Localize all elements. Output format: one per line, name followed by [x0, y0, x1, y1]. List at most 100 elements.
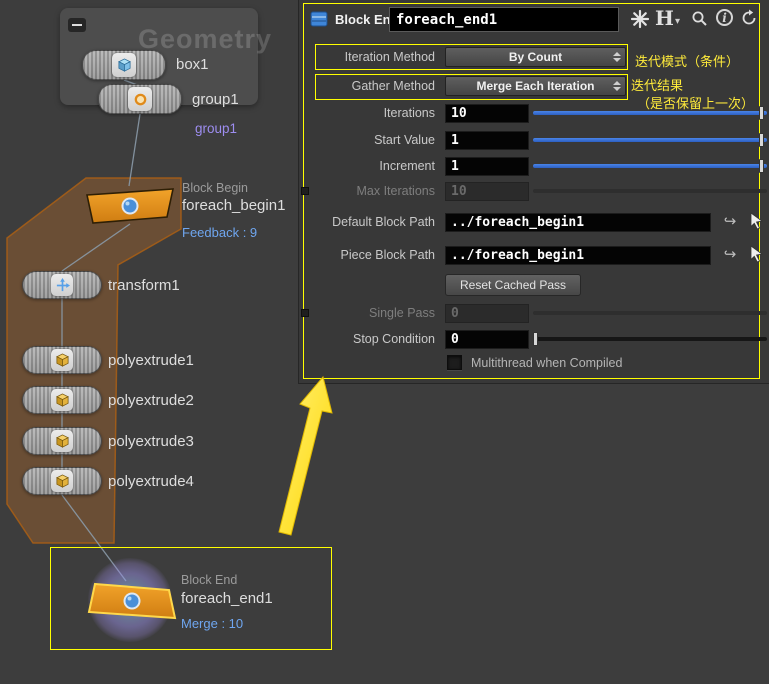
node-chooser-icon[interactable] [746, 212, 766, 232]
param-label-max-iterations: Max Iterations [356, 184, 435, 198]
start-value-slider[interactable] [533, 133, 767, 147]
node-transform1[interactable] [22, 271, 102, 299]
jump-to-node-icon[interactable]: ↪ [720, 212, 740, 232]
slider-handle[interactable] [759, 159, 764, 173]
param-label-iteration-method: Iteration Method [344, 50, 435, 64]
slider-handle[interactable] [533, 332, 538, 346]
node-polyextrude4[interactable] [22, 467, 102, 495]
param-label-iterations: Iterations [383, 106, 435, 120]
search-icon[interactable] [691, 10, 708, 32]
increment-slider[interactable] [533, 159, 767, 173]
minimize-box-button[interactable] [68, 18, 86, 32]
param-row-multithread: Multithread when Compiled [299, 352, 769, 374]
max-iterations-slider[interactable] [533, 189, 767, 193]
param-row-increment: Increment [299, 155, 769, 177]
node-label-box1: box1 [176, 56, 209, 73]
node-chooser-icon[interactable] [746, 245, 766, 265]
iteration-method-value: By Count [508, 50, 563, 64]
param-label-start-value: Start Value [374, 133, 435, 147]
slider-handle[interactable] [759, 133, 764, 147]
polyextrude-sop-icon [51, 430, 73, 452]
node-group1[interactable] [98, 84, 182, 114]
node-label-foreach-begin1: foreach_begin1 [182, 197, 286, 214]
circular-arrow-icon [742, 9, 756, 25]
node-polyextrude1[interactable] [22, 346, 102, 374]
param-label-single-pass: Single Pass [368, 306, 435, 320]
param-row-default-block-path: Default Block Path ↪ [299, 211, 769, 233]
node-label-group1: group1 [192, 91, 239, 108]
cursor-icon [750, 245, 763, 263]
node-polyextrude2[interactable] [22, 386, 102, 414]
param-label-gather-method: Gather Method [351, 79, 435, 93]
node-label-polyextrude4: polyextrude4 [108, 473, 194, 490]
network-context-watermark: Geometry [138, 24, 273, 54]
param-row-start-value: Start Value [299, 129, 769, 151]
iterations-slider[interactable] [533, 106, 767, 120]
node-label-polyextrude3: polyextrude3 [108, 433, 194, 450]
reset-cached-pass-button[interactable]: Reset Cached Pass [445, 274, 582, 296]
param-row-single-pass: Single Pass [299, 302, 769, 324]
param-row-max-iterations: Max Iterations [299, 180, 769, 202]
stop-condition-input[interactable] [445, 330, 529, 349]
param-label-multithread: Multithread when Compiled [471, 356, 623, 370]
node-polyextrude3[interactable] [22, 427, 102, 455]
info-glyph: i [716, 9, 733, 26]
slider-handle[interactable] [759, 106, 764, 120]
stop-condition-slider[interactable] [533, 332, 767, 346]
chevron-down-icon[interactable]: ▾ [675, 16, 680, 27]
polyextrude-sop-icon [51, 389, 73, 411]
node-name-input[interactable] [389, 7, 619, 32]
node-label-polyextrude2: polyextrude2 [108, 392, 194, 409]
jump-to-node-icon[interactable]: ↪ [720, 245, 740, 265]
param-row-reset-cached-pass: Reset Cached Pass [299, 274, 769, 296]
iteration-method-dropdown[interactable]: By Count [445, 47, 626, 67]
param-label-piece-block-path: Piece Block Path [340, 248, 436, 262]
group-badge: group1 [195, 121, 238, 136]
node-box1[interactable] [82, 50, 166, 80]
gather-method-dropdown[interactable]: Merge Each Iteration [445, 76, 626, 96]
gather-method-value: Merge Each Iteration [476, 79, 595, 93]
node-label-polyextrude1: polyextrude1 [108, 352, 194, 369]
piece-block-path-input[interactable] [445, 246, 711, 265]
parameter-header: Block End H ▾ [299, 6, 769, 36]
polyextrude-sop-icon [51, 349, 73, 371]
cursor-icon [750, 212, 763, 230]
single-pass-slider[interactable] [533, 311, 767, 315]
node-label-transform1: transform1 [108, 277, 180, 294]
jump-arrow-glyph: ↪ [723, 246, 737, 263]
node-foreach-begin1[interactable] [84, 185, 176, 225]
transform-sop-icon [51, 274, 73, 296]
param-row-iteration-method: Iteration Method By Count [299, 46, 769, 68]
houdini-help-icon[interactable]: H [655, 6, 674, 30]
group-sop-icon [128, 87, 152, 111]
node-type-foreach-begin1: Block Begin [182, 181, 249, 195]
polyextrude-sop-icon [51, 470, 73, 492]
recook-icon[interactable] [740, 9, 758, 32]
node-wires [61, 79, 141, 582]
dropdown-spinner-icon [613, 81, 621, 91]
houdini-window: Geometry box1 group1 group1 Block Begin … [0, 0, 769, 684]
multithread-checkbox[interactable] [447, 355, 462, 370]
annotation-box-foreach-end [50, 547, 332, 650]
node-info-feedback: Feedback : 9 [182, 225, 258, 240]
param-label-stop-condition: Stop Condition [352, 332, 435, 346]
parameter-panel: Block End H ▾ [298, 0, 769, 384]
block-end-node-icon [310, 11, 328, 27]
magnifier-icon [692, 11, 707, 26]
iterations-input[interactable] [445, 104, 529, 123]
operations-menu-icon[interactable] [629, 8, 651, 35]
param-label-increment: Increment [379, 159, 435, 173]
start-value-input[interactable] [445, 131, 529, 150]
max-iterations-input[interactable] [445, 182, 529, 201]
default-block-path-input[interactable] [445, 213, 711, 232]
param-row-piece-block-path: Piece Block Path ↪ [299, 244, 769, 266]
increment-input[interactable] [445, 157, 529, 176]
param-row-gather-method: Gather Method Merge Each Iteration [299, 75, 769, 97]
dropdown-spinner-icon [613, 52, 621, 62]
param-label-default-block-path: Default Block Path [332, 215, 435, 229]
single-pass-input[interactable] [445, 304, 529, 323]
asterisk-icon [630, 9, 650, 29]
info-icon[interactable]: i [716, 9, 733, 27]
jump-arrow-glyph: ↪ [723, 213, 737, 230]
param-row-iterations: Iterations [299, 102, 769, 124]
